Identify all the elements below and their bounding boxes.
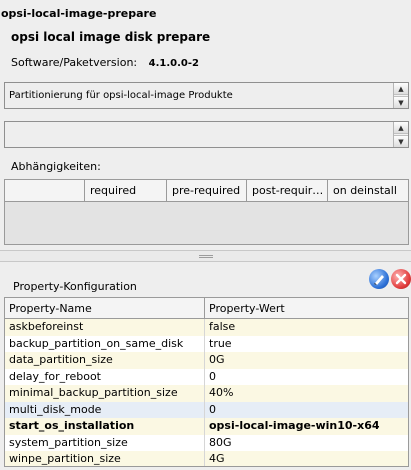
dep-col-header[interactable]: on deinstall	[328, 180, 408, 201]
edit-properties-icon	[374, 275, 384, 285]
dep-col-header[interactable]: post-requir…	[247, 180, 328, 201]
property-name-cell: multi_disk_mode	[5, 401, 205, 418]
dependencies-table: required pre-required post-requir… on de…	[4, 179, 409, 245]
cancel-button[interactable]	[391, 269, 411, 289]
description-scrollbar[interactable]: ▲ ▼	[393, 83, 408, 108]
property-name-cell: winpe_partition_size	[5, 451, 205, 466]
property-value-cell[interactable]: 0	[205, 369, 408, 386]
table-row[interactable]: delay_for_reboot 0	[5, 368, 408, 386]
dependencies-label: Abhängigkeiten:	[11, 160, 101, 173]
version-value: 4.1.0.0-2	[148, 58, 199, 69]
window-title: opsi-local-image-prepare	[1, 7, 157, 20]
property-value-cell[interactable]: true	[205, 336, 408, 353]
property-name-cell: backup_partition_on_same_disk	[5, 335, 205, 352]
pane-splitter[interactable]	[0, 250, 411, 262]
version-label: Software/Paketversion:	[11, 56, 138, 69]
property-value-cell[interactable]: 0	[205, 402, 408, 419]
table-row[interactable]: start_os_installation opsi-local-image-wi…	[5, 418, 408, 435]
property-value-cell[interactable]: false	[205, 319, 408, 336]
scroll-up-icon[interactable]: ▲	[394, 122, 408, 134]
property-value-cell[interactable]: 4G	[205, 451, 408, 466]
splitter-grip-icon[interactable]	[199, 255, 213, 258]
prop-col-value-header[interactable]: Property-Wert	[205, 298, 408, 318]
scroll-up-icon[interactable]: ▲	[394, 83, 408, 95]
table-row[interactable]: multi_disk_mode 0	[5, 401, 408, 419]
product-name: opsi local image disk prepare	[11, 30, 211, 44]
property-name-cell: start_os_installation	[5, 418, 205, 435]
table-row[interactable]: data_partition_size 0G	[5, 352, 408, 369]
scroll-down-icon[interactable]: ▼	[394, 96, 408, 108]
property-name-cell: minimal_backup_partition_size	[5, 385, 205, 402]
dep-col-header[interactable]: required	[85, 180, 167, 201]
property-value-cell[interactable]: 80G	[205, 435, 408, 452]
properties-label: Property-Konfiguration	[13, 280, 137, 293]
table-row[interactable]: winpe_partition_size 4G	[5, 451, 408, 466]
property-name-cell: askbeforeinst	[5, 319, 205, 336]
dependencies-header: required pre-required post-requir… on de…	[5, 180, 408, 202]
properties-header: Property-Name Property-Wert	[5, 298, 408, 319]
scroll-down-icon[interactable]: ▼	[394, 135, 408, 147]
description-field[interactable]: Partitionierung für opsi-local-image Pro…	[4, 82, 409, 109]
properties-body: askbeforeinst false backup_partition_on_sa…	[5, 319, 408, 466]
property-value-cell[interactable]: 0G	[205, 352, 408, 369]
cancel-icon	[395, 273, 407, 285]
prop-col-name-header[interactable]: Property-Name	[5, 298, 205, 318]
property-value-cell[interactable]: opsi-local-image-win10-x64	[205, 418, 408, 435]
dep-col-header[interactable]: pre-required	[167, 180, 247, 201]
property-name-cell: delay_for_reboot	[5, 368, 205, 385]
version-row: Software/Paketversion: 4.1.0.0-2	[11, 56, 199, 69]
dep-col-header[interactable]	[5, 180, 85, 201]
property-value-cell[interactable]: 40%	[205, 385, 408, 402]
table-row[interactable]: system_partition_size 80G	[5, 434, 408, 452]
properties-table: Property-Name Property-Wert askbeforeins…	[4, 297, 409, 467]
edit-properties-button[interactable]	[369, 269, 389, 289]
property-name-cell: data_partition_size	[5, 352, 205, 369]
description-text: Partitionierung für opsi-local-image Pro…	[9, 90, 233, 101]
table-row[interactable]: backup_partition_on_same_disk true	[5, 335, 408, 353]
table-row[interactable]: askbeforeinst false	[5, 319, 408, 336]
advice-field[interactable]: ▲ ▼	[4, 121, 409, 148]
property-name-cell: system_partition_size	[5, 434, 205, 451]
advice-scrollbar[interactable]: ▲ ▼	[393, 122, 408, 147]
table-row[interactable]: minimal_backup_partition_size 40%	[5, 385, 408, 402]
